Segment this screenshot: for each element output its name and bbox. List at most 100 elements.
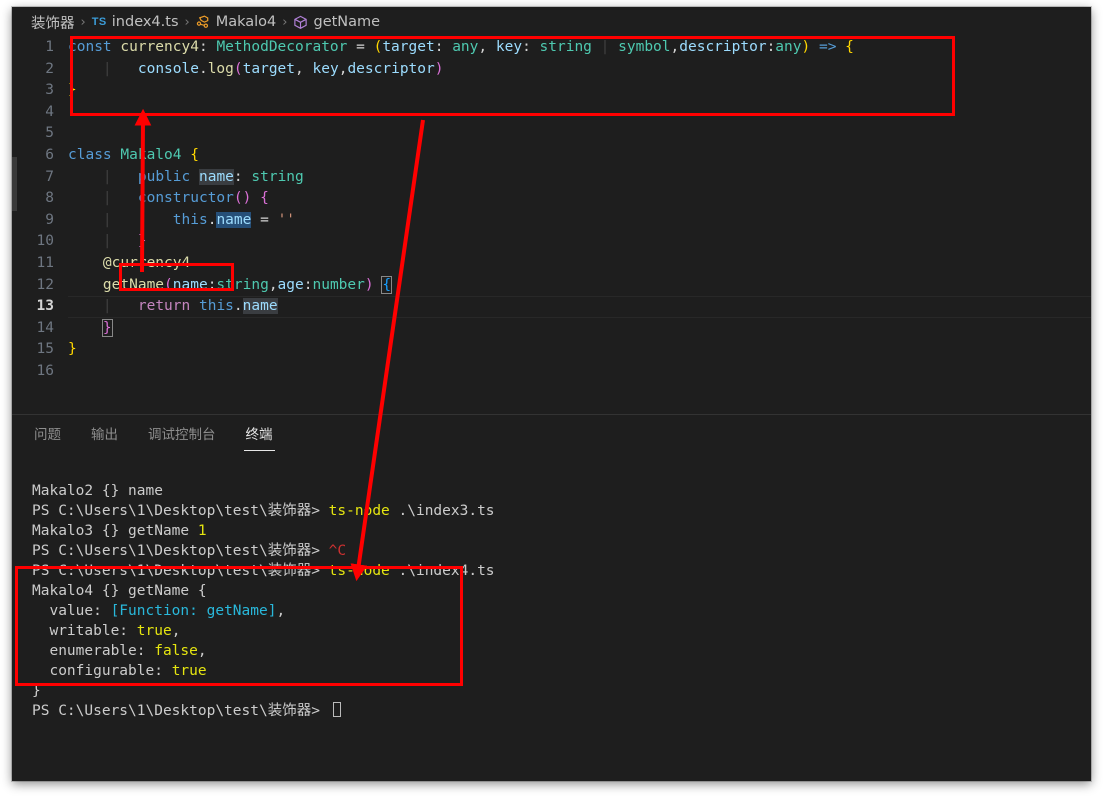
line-number: 4: [45, 103, 54, 120]
panel-tab-0[interactable]: 问题: [32, 423, 63, 443]
code-token: ): [801, 39, 811, 55]
code-line[interactable]: 10 | }: [12, 231, 1091, 253]
code-line[interactable]: 16: [12, 361, 1091, 383]
terminal-token: }: [32, 683, 41, 699]
code-token: descriptor: [679, 39, 767, 55]
terminal-line: enumerable: false,: [32, 641, 1091, 661]
terminal-token: value:: [32, 603, 111, 619]
code-token: (: [164, 276, 173, 293]
terminal-output[interactable]: Makalo2 {} name PS C:\Users\1\Desktop\tes…: [12, 469, 1091, 781]
panel-tab-bar: 问题 输出 调试控制台 终端: [12, 415, 1091, 451]
breadcrumb-item-class[interactable]: Makalo4: [196, 14, 276, 30]
code-token: key: [495, 39, 523, 55]
panel-tab-3[interactable]: 终端: [243, 423, 275, 451]
code-line-text: }: [68, 318, 1091, 340]
code-line[interactable]: 6 class Makalo4 {: [12, 145, 1091, 167]
code-line[interactable]: 4: [12, 102, 1091, 124]
code-token: const: [68, 39, 112, 55]
code-token: name: [172, 276, 208, 293]
code-line[interactable]: 14 }: [12, 318, 1091, 340]
terminal-token: configurable:: [32, 663, 172, 679]
terminal-token: true: [136, 623, 172, 639]
breadcrumb-item-file[interactable]: TS index4.ts: [92, 14, 179, 30]
code-line[interactable]: 2 | console.log(target, key,descriptor): [12, 59, 1091, 81]
breadcrumb-method-label: getName: [313, 14, 381, 30]
code-line[interactable]: 12 getName(name:string,age:number) {: [12, 275, 1091, 297]
terminal-token: ^C: [328, 543, 347, 559]
breadcrumb-item-method[interactable]: getName: [293, 14, 380, 30]
terminal-token: [Function: getName]: [110, 603, 277, 619]
code-token: name: [242, 298, 278, 315]
code-token: {: [190, 146, 199, 163]
terminal-token: ,: [171, 623, 181, 639]
terminal-token: ts-node: [328, 503, 390, 519]
terminal-token: enumerable:: [32, 643, 155, 659]
code-token: .: [198, 60, 208, 77]
code-token: console: [137, 60, 199, 77]
code-editor[interactable]: 1 const currency4: MethodDecorator = (tar…: [12, 37, 1091, 414]
line-number: 13: [36, 298, 54, 315]
code-token: name: [198, 168, 234, 185]
code-token: string: [216, 276, 269, 293]
code-token: ): [364, 276, 374, 293]
code-token: =: [260, 211, 269, 228]
line-number: 12: [36, 276, 54, 293]
breadcrumb-item-folder[interactable]: 装饰器: [31, 12, 75, 33]
code-token: age: [277, 276, 304, 293]
code-token: return: [137, 298, 191, 315]
code-line[interactable]: 1 const currency4: MethodDecorator = (tar…: [12, 37, 1091, 59]
code-token: }: [101, 318, 113, 337]
line-number: 6: [45, 146, 54, 163]
code-line[interactable]: 11 @currency4: [12, 253, 1091, 275]
terminal-line: Makalo3 {} getName 1: [32, 521, 1091, 541]
code-token: :: [198, 39, 208, 55]
terminal-cursor: [332, 702, 341, 717]
terminal-token: ,: [276, 603, 286, 619]
code-line[interactable]: 7 | public name: string: [12, 167, 1091, 189]
breadcrumb-file-label: index4.ts: [111, 14, 179, 30]
line-number: 2: [45, 60, 54, 77]
code-line[interactable]: 3}: [12, 80, 1091, 102]
code-line[interactable]: 13 | return this.name: [12, 296, 1091, 318]
terminal-token: 1: [197, 523, 207, 539]
code-token: {: [845, 39, 854, 55]
code-token: ,: [478, 39, 488, 55]
bottom-panel: 问题 输出 调试控制台 终端 Makalo2 {} name PS C:\Users\1…: [12, 414, 1091, 781]
terminal-token: PS C:\Users\1\Desktop\test\装饰器>: [32, 503, 329, 519]
code-token: this: [198, 298, 234, 315]
code-token: .: [233, 298, 243, 315]
terminal-line: value: [Function: getName],: [32, 601, 1091, 621]
code-line[interactable]: 8 | constructor() {: [12, 188, 1091, 210]
code-token: ,: [295, 60, 304, 77]
panel-tab-2[interactable]: 调试控制台: [146, 423, 218, 443]
ts-file-icon: TS: [91, 16, 107, 28]
line-number: 16: [36, 362, 54, 379]
code-token: class: [68, 146, 112, 163]
panel-tab-1[interactable]: 输出: [89, 423, 120, 443]
code-line-text: | | this.name = '': [68, 210, 1091, 232]
code-line[interactable]: 5: [12, 123, 1091, 145]
terminal-line: PS C:\Users\1\Desktop\test\装饰器> ts-node …: [32, 561, 1091, 581]
code-token: string: [539, 39, 592, 55]
code-line[interactable]: 15}: [12, 339, 1091, 361]
breadcrumb-separator: ›: [184, 14, 190, 30]
terminal-line: PS C:\Users\1\Desktop\test\装饰器> ^C: [32, 541, 1091, 561]
code-token: currency4: [120, 39, 199, 55]
code-line-text: }: [68, 80, 1091, 102]
code-line[interactable]: 9 | | this.name = '': [12, 210, 1091, 232]
code-token: ): [434, 60, 444, 77]
code-token: '': [277, 211, 296, 228]
code-token: {: [260, 190, 269, 207]
code-token: {: [381, 275, 393, 294]
terminal-token: PS C:\Users\1\Desktop\test\装饰器>: [32, 563, 329, 579]
